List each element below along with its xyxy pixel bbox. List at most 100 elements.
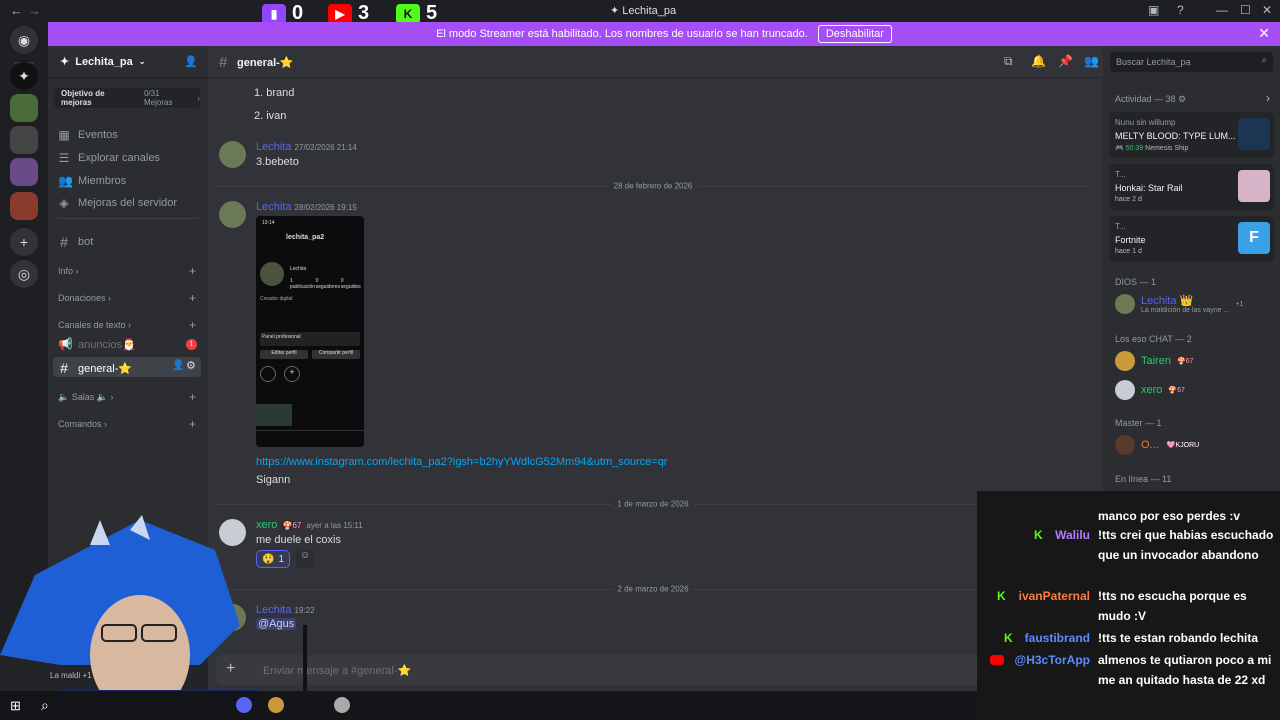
username[interactable]: Lechita <box>256 141 291 153</box>
category-info[interactable]: Info › <box>58 266 79 276</box>
search-input[interactable]: Buscar Lechita_pa ⌕ <box>1110 52 1273 72</box>
activity-time-value: 50:39 <box>1125 145 1144 152</box>
sidebar-item-label: Explorar canales <box>78 152 160 164</box>
window-title: ✦ Lechita_pa <box>610 5 677 17</box>
embed-share: Compartir perfil <box>312 350 360 359</box>
threads-icon[interactable]: ⧉ <box>1004 54 1013 69</box>
date-divider-label: 1 de marzo de 2026 <box>611 499 695 509</box>
channel-anuncios[interactable]: 📢 anuncios🎅 <box>58 337 136 351</box>
gear-icon[interactable]: ⚙ <box>186 359 196 372</box>
sidebar-item-browse[interactable]: ☰ Explorar canales <box>58 151 160 165</box>
member-list-icon[interactable]: 👥 <box>1084 54 1099 68</box>
windows-start-icon[interactable]: ⊞ <box>10 698 21 714</box>
minimize-icon[interactable]: — <box>1216 3 1228 17</box>
embed-panel: Panel profesional <box>260 332 360 346</box>
channel-bot[interactable]: # bot <box>58 234 93 250</box>
activity-title-text: Actividad — 38 <box>1115 94 1176 104</box>
sidebar-item-events[interactable]: ▦ Eventos <box>58 128 117 142</box>
hash-icon: # <box>219 54 228 71</box>
disable-streamer-button[interactable]: Deshabilitar <box>817 25 892 43</box>
app-taskbar-icon[interactable] <box>334 697 350 713</box>
close-window-icon[interactable]: ✕ <box>1262 3 1272 17</box>
maximize-icon[interactable]: ☐ <box>1240 3 1251 17</box>
help-icon[interactable]: ? <box>1177 3 1184 17</box>
discover-icon[interactable]: ◎ <box>10 260 38 288</box>
add-channel-icon[interactable]: + <box>189 390 196 404</box>
avatar <box>1115 380 1135 400</box>
category-salas[interactable]: 🔈 Salas 🔈 › <box>58 392 113 403</box>
boost-goal[interactable]: Objetivo de mejoras 0/31 Mejoras › <box>54 88 200 108</box>
search-icon: ⌕ <box>1261 55 1267 66</box>
server-header[interactable]: ✦ Lechita_pa ⌄ 👤 <box>48 46 208 78</box>
category-label: Info <box>58 266 74 276</box>
sidebar-item-members[interactable]: 👥 Miembros <box>58 174 126 188</box>
channel-label: general-⭐ <box>78 362 133 375</box>
boost-label: Objetivo de mejoras <box>61 89 105 107</box>
activity-card[interactable]: T... Fortnite hace 1 d F <box>1109 216 1274 262</box>
role-group-title: En línea — 11 <box>1115 474 1172 484</box>
embed-nav <box>256 430 364 444</box>
discord-taskbar-icon[interactable] <box>236 697 252 713</box>
chat-username: faustibrand <box>1024 631 1090 645</box>
member-item[interactable]: O... 🩷KJORU <box>1115 435 1202 455</box>
category-text[interactable]: Canales de texto › <box>58 320 131 330</box>
server-icon-lechita[interactable]: ✦ <box>10 62 38 90</box>
add-channel-icon[interactable]: + <box>189 318 196 332</box>
category-donaciones[interactable]: Donaciones › <box>58 293 111 303</box>
list-item: 2. ivan <box>254 110 287 122</box>
inbox-icon[interactable]: ▣ <box>1148 3 1159 17</box>
instagram-link[interactable]: https://www.instagram.com/lechita_pa2?ig… <box>256 456 667 468</box>
invite-people-icon[interactable]: 👤 <box>184 55 198 68</box>
embed-post <box>256 404 292 426</box>
search-icon[interactable]: ⌕ <box>41 697 49 714</box>
bell-icon[interactable]: 🔔 <box>1031 54 1046 68</box>
invite-icon[interactable]: 👤 <box>172 360 184 371</box>
calendar-icon: ▦ <box>58 128 70 142</box>
close-banner-icon[interactable]: ✕ <box>1258 25 1270 42</box>
chevron-right-icon[interactable]: › <box>1266 91 1270 105</box>
embed-stat: 1 publicación <box>290 278 316 290</box>
banner-text: El modo Streamer está habilitado. Los no… <box>436 28 808 40</box>
kick-icon: K <box>1004 631 1013 645</box>
message-input[interactable]: + Enviar mensaje a #general-⭐ <box>216 655 1096 685</box>
avatar[interactable] <box>219 141 246 168</box>
add-channel-icon[interactable]: + <box>189 264 196 278</box>
add-channel-icon[interactable]: + <box>189 291 196 305</box>
embed-add: + <box>284 366 300 382</box>
embed-avatar <box>260 262 284 286</box>
activity-card[interactable]: T... Honkai: Star Rail hace 2 d <box>1109 164 1274 210</box>
league-taskbar-icon[interactable] <box>268 697 284 713</box>
channel-header: # general-⭐ ⧉ 🔔 📌 👥 <box>208 46 1103 78</box>
channel-title: general-⭐ <box>237 57 294 69</box>
member-item[interactable]: Tairen 🍄67 <box>1115 351 1193 371</box>
category-comandos[interactable]: Comandos › <box>58 419 107 429</box>
server-icon-3[interactable] <box>10 126 38 154</box>
add-server-icon[interactable]: + <box>10 228 38 256</box>
server-icon-5[interactable] <box>10 192 38 220</box>
server-icon-4[interactable] <box>10 158 38 186</box>
channel-label: bot <box>78 236 94 248</box>
activity-time: 🎮 50:39 Nemesis Ship <box>1115 145 1189 152</box>
sidebar-item-boosts[interactable]: ◈ Mejoras del servidor <box>58 196 177 210</box>
back-arrow-icon[interactable]: ← <box>10 3 23 18</box>
add-channel-icon[interactable]: + <box>189 417 196 431</box>
avatar <box>1115 435 1135 455</box>
image-attachment[interactable]: 19:14 lechita_pa2 Lechita 1 publicación … <box>256 216 364 447</box>
forward-arrow-icon[interactable]: → <box>28 3 41 18</box>
message-text: 3.bebeto <box>256 156 299 168</box>
server-icon-2[interactable] <box>10 94 38 122</box>
member-extra: +1 <box>1235 300 1244 308</box>
username[interactable]: Lechita <box>256 201 291 213</box>
chat-username: Walilu <box>1055 528 1090 542</box>
browse-icon: ☰ <box>58 151 70 165</box>
announcement-icon: 📢 <box>58 337 73 351</box>
discord-home-icon[interactable]: ◉ <box>10 26 38 54</box>
avatar[interactable] <box>219 201 246 228</box>
channel-general[interactable]: # general-⭐ <box>58 360 132 376</box>
sidebar-divider <box>58 218 198 219</box>
member-item[interactable]: xero 🍄67 <box>1115 380 1185 400</box>
activity-card[interactable]: Nunu sin willump MELTY BLOOD: TYPE LUM..… <box>1109 112 1274 158</box>
kick-icon: K <box>396 3 420 24</box>
pin-icon[interactable]: 📌 <box>1058 54 1073 68</box>
member-item[interactable]: Lechita 👑 La maldición de las vayne ... … <box>1115 294 1243 314</box>
